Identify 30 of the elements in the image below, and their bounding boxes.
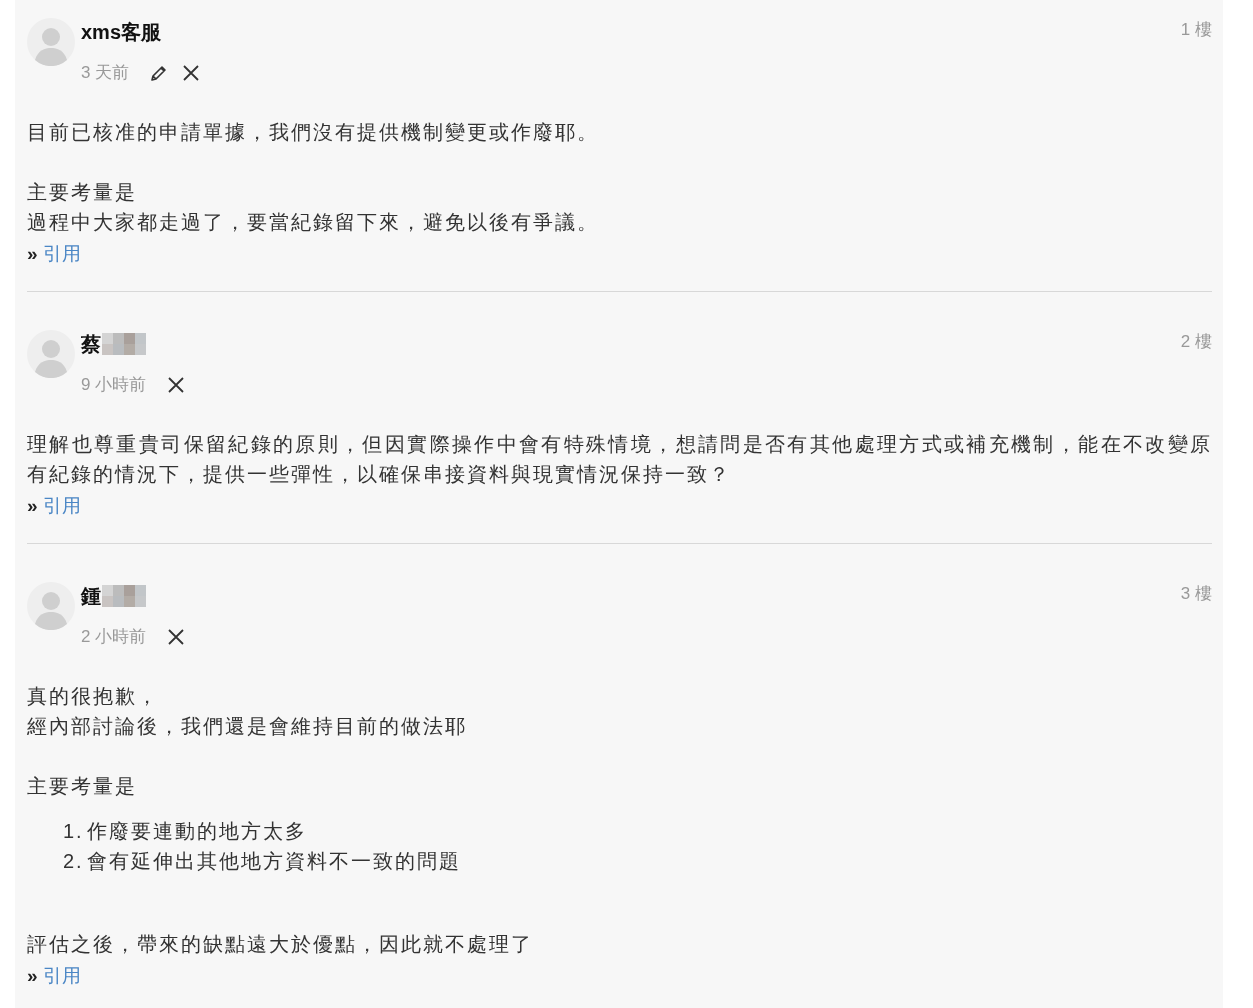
quote-link[interactable]: » 引用 bbox=[27, 491, 81, 521]
list-item-text: 會有延伸出其他地方資料不一致的問題 bbox=[87, 849, 461, 874]
post-text: 主要考量是 bbox=[27, 774, 138, 799]
avatar-icon bbox=[27, 582, 75, 630]
list-item-text: 作廢要連動的地方太多 bbox=[87, 819, 307, 844]
close-icon[interactable] bbox=[166, 375, 187, 395]
close-icon[interactable] bbox=[181, 63, 202, 83]
post-time: 2 小時前 bbox=[81, 626, 147, 648]
post-time: 3 天前 bbox=[81, 62, 130, 84]
post-time: 9 小時前 bbox=[81, 374, 147, 396]
post-text: 理解也尊重貴司保留紀錄的原則，但因實際操作中會有特殊情境，想請問是否有其他處理方式或補充機制，能在不改變原有紀錄的情況下，提供一些彈性，以確保串接資料與現實情況保持一致？ bbox=[27, 432, 1212, 487]
author-name: 鍾 bbox=[81, 584, 101, 609]
post-text: 主要考量是 bbox=[27, 180, 138, 205]
post-text: 真的很抱歉， bbox=[27, 684, 160, 709]
post-text: 目前已核准的申請單據，我們沒有提供機制變更或作廢耶。 bbox=[27, 120, 600, 145]
floor-number: 2 樓 bbox=[1180, 331, 1212, 353]
quote-link[interactable]: » 引用 bbox=[27, 961, 81, 991]
list-number: 2. bbox=[63, 849, 85, 874]
quote-link[interactable]: » 引用 bbox=[27, 239, 81, 269]
author-name: xms客服 bbox=[81, 20, 162, 45]
post-text: 經內部討論後，我們還是會維持目前的做法耶 bbox=[27, 714, 468, 739]
post-text: 評估之後，帶來的缺點遠大於優點，因此就不處理了 bbox=[27, 932, 534, 957]
avatar-icon bbox=[27, 18, 75, 66]
floor-number: 1 樓 bbox=[1180, 19, 1212, 41]
floor-number: 3 樓 bbox=[1180, 583, 1212, 605]
author-name: 蔡 bbox=[81, 332, 101, 357]
post-text: 過程中大家都走過了，要當紀錄留下來，避免以後有爭議。 bbox=[27, 210, 600, 235]
close-icon[interactable] bbox=[166, 627, 187, 647]
list-number: 1. bbox=[63, 819, 85, 844]
avatar-icon bbox=[27, 330, 75, 378]
